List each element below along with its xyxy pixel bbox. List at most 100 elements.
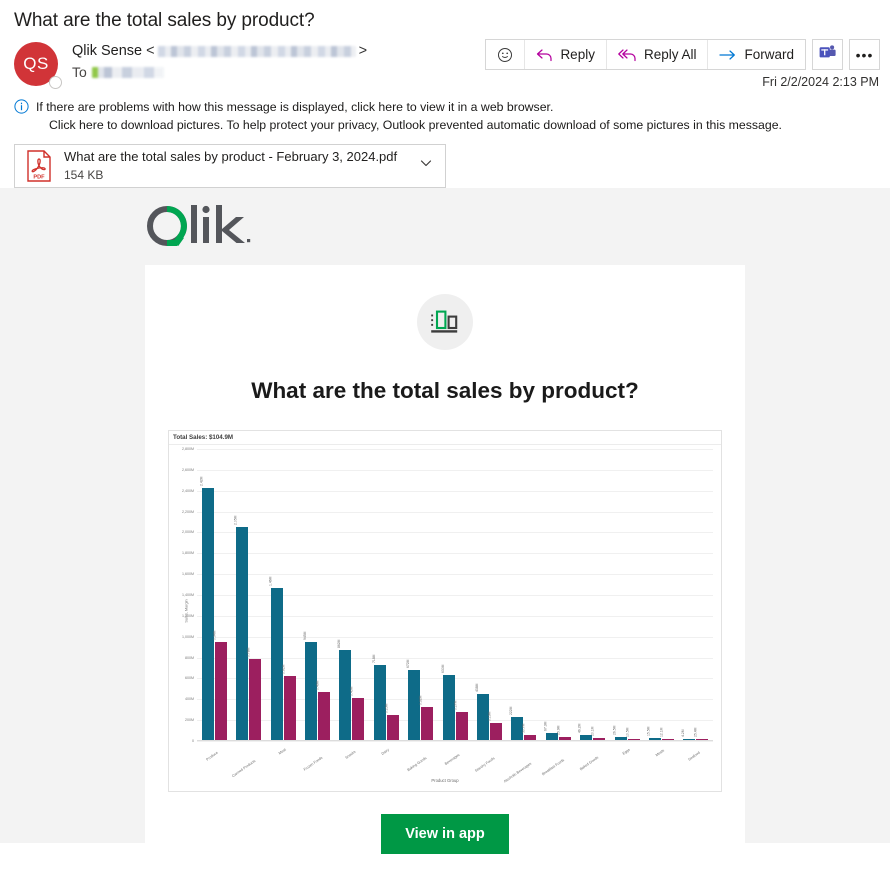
report-card: What are the total sales by product? Tot… (145, 265, 745, 880)
recipient-line: To (72, 64, 367, 80)
chart-y-tick-label: 200M (185, 718, 194, 722)
chart-x-tick-label: Frozen Foods (303, 756, 323, 772)
bar-value-label: 222M (509, 706, 513, 714)
bar-value-label: 630M (440, 664, 444, 672)
address-close-bracket: > (359, 43, 367, 59)
chart-bar-group[interactable]: 672M0.32MBaking Goods (403, 449, 437, 740)
cta-area: View in app (145, 814, 745, 880)
chart-bar-group[interactable]: 862M0.40MSnacks (335, 449, 369, 740)
bar-chart-icon (417, 294, 473, 350)
bar-sales[interactable]: 26.5M (615, 737, 627, 740)
recipient-redacted (92, 67, 164, 78)
bar-margin[interactable]: 25.9M (559, 737, 571, 740)
bar-margin[interactable]: 0.16M (490, 723, 502, 740)
chart-bar-group[interactable]: 1.46M0.61MMeat (266, 449, 300, 740)
chart-bar-group[interactable]: 26.5M10.5MEggs (610, 449, 644, 740)
bar-value-label: 20.1M (590, 726, 594, 735)
bar-value-label: 718M (371, 655, 375, 663)
bar-value-label: 15.5M (646, 727, 650, 736)
chart-y-tick-label: 2,800M (182, 447, 194, 451)
bar-value-label: 25.4M (694, 728, 698, 737)
chart-plot-area: 0200M400M600M800M1,000M1,200M1,400M1,600… (197, 449, 713, 741)
pdf-file-icon: PDF (25, 150, 53, 182)
chart-bar-group[interactable]: 2.42M0.94MProduce (197, 449, 231, 740)
bar-value-label: 0.27M (453, 700, 457, 709)
report-title: What are the total sales by product? (145, 378, 745, 404)
bar-margin[interactable]: 50.7M (524, 735, 536, 740)
sender-name[interactable]: Qlik Sense (72, 43, 142, 59)
attachment-area: PDF What are the total sales by product … (0, 135, 890, 188)
bar-margin[interactable]: 0.40M (352, 698, 364, 740)
bar-margin[interactable]: 12.1M (662, 739, 674, 740)
bar-margin[interactable]: 0.46M (318, 692, 330, 740)
bar-value-label: 4.2M (682, 729, 686, 737)
bar-value-label: 10.5M (625, 727, 629, 736)
chart-bar-group[interactable]: 438M0.16MStarchy Foods (472, 449, 506, 740)
bar-value-label: 1.46M (268, 577, 272, 586)
chart-bar-group[interactable]: 4.2M25.4MSeafood (679, 449, 713, 740)
chart-y-tick-label: 1,600M (182, 572, 194, 576)
chart-bar-group[interactable]: 67.3M25.9MBreakfast Foods (541, 449, 575, 740)
chart-y-tick-label: 2,000M (182, 530, 194, 534)
chart-x-tick-label: Meals (655, 749, 665, 758)
chart-y-tick-label: 400M (185, 697, 194, 701)
bar-sales[interactable]: 2.42M (202, 488, 214, 740)
chart-x-tick-label: Seafood (687, 751, 700, 762)
chart-x-tick-label: Baked Goods (579, 755, 599, 771)
bar-sales[interactable]: 945M (305, 642, 317, 740)
chart-bar-group[interactable]: 15.5M12.1MMeals (644, 449, 678, 740)
address-open-bracket: < (146, 43, 154, 59)
sales-by-product-chart[interactable]: Total Sales: $104.9M Sales, Margin 0200M… (168, 430, 722, 792)
avatar[interactable]: QS (14, 42, 60, 88)
bar-margin[interactable]: 0.78M (249, 659, 261, 740)
chart-y-tick-label: 1,000M (182, 635, 194, 639)
bar-margin[interactable]: 25.4M (696, 739, 708, 740)
chart-y-tick-label: 2,400M (182, 489, 194, 493)
chart-y-tick-label: 800M (185, 656, 194, 660)
bar-margin[interactable]: 0.94M (215, 642, 227, 740)
bar-sales[interactable]: 2.05M (236, 527, 248, 740)
chart-x-tick-label: Eggs (622, 748, 631, 756)
to-label: To (72, 64, 87, 80)
sender-line: Qlik Sense < > (72, 43, 367, 59)
bar-sales[interactable]: 672M (408, 670, 420, 740)
infobar-line-2[interactable]: Click here to download pictures. To help… (36, 116, 782, 134)
chart-y-axis-label: Sales, Margin (185, 599, 189, 622)
bar-value-label: 2.42M (199, 477, 203, 486)
attachment-chip[interactable]: PDF What are the total sales by product … (14, 144, 446, 188)
bar-margin[interactable]: 0.61M (284, 676, 296, 740)
infobar-line-1[interactable]: If there are problems with how this mess… (36, 100, 553, 114)
chart-bar-group[interactable]: 46.2M20.1MBaked Goods (575, 449, 609, 740)
chart-bar-group[interactable]: 630M0.27MBeverages (438, 449, 472, 740)
chart-y-tick-label: 1,800M (182, 551, 194, 555)
chart-bar-group[interactable]: 945M0.46MFrozen Foods (300, 449, 334, 740)
bar-margin[interactable]: 0.32M (421, 707, 433, 740)
external-content-infobar[interactable]: If there are problems with how this mess… (0, 98, 890, 135)
chart-kpi-divider (169, 444, 721, 445)
bar-value-label: 0.78M (246, 648, 250, 657)
bar-value-label: 50.7M (522, 723, 526, 732)
chart-gridline (197, 741, 713, 742)
chevron-down-icon[interactable] (419, 156, 437, 175)
view-in-app-button[interactable]: View in app (381, 814, 509, 854)
chart-bar-group[interactable]: 718M0.25MDairy (369, 449, 403, 740)
email-body: What are the total sales by product? Tot… (0, 188, 890, 843)
infobar-text: If there are problems with how this mess… (36, 98, 782, 135)
chart-bar-group[interactable]: 222M50.7MAlcoholic Beverages (507, 449, 541, 740)
bar-sales[interactable]: 15.5M (649, 738, 661, 740)
chart-x-tick-label: Snacks (344, 750, 356, 760)
chart-x-tick-label: Dairy (381, 748, 390, 756)
chart-bar-group[interactable]: 2.05M0.78MCanned Products (231, 449, 265, 740)
bar-value-label: 0.32M (418, 695, 422, 704)
chart-x-tick-label: Baking Goods (406, 756, 427, 772)
bar-sales[interactable]: 4.2M (683, 739, 695, 740)
bar-margin[interactable]: 0.27M (456, 712, 468, 740)
chart-x-tick-label: Produce (206, 751, 219, 762)
chart-x-tick-label: Meat (278, 748, 287, 756)
bar-value-label: 862M (337, 640, 341, 648)
bar-margin[interactable]: 20.1M (593, 738, 605, 740)
bar-margin[interactable]: 0.25M (387, 715, 399, 740)
chart-x-tick-label: Canned Products (231, 759, 256, 778)
bar-margin[interactable]: 10.5M (628, 739, 640, 740)
qlik-logo (0, 188, 890, 253)
